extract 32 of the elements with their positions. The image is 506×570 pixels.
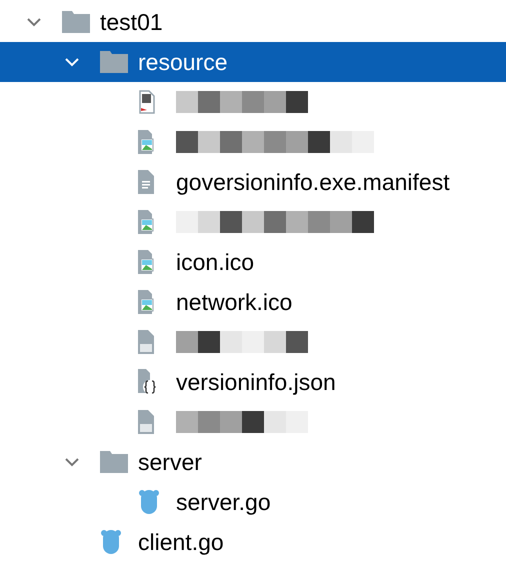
file-name: network.ico bbox=[176, 288, 292, 317]
text-file-icon bbox=[138, 170, 154, 194]
tree-row[interactable]: icon.ico bbox=[0, 242, 506, 282]
tree-row[interactable]: client.go bbox=[0, 522, 506, 562]
mascot-icon bbox=[100, 528, 122, 556]
file-name: test01 bbox=[100, 8, 163, 37]
file-icon bbox=[138, 330, 154, 354]
file-name: server bbox=[138, 448, 202, 477]
image-file-icon bbox=[138, 210, 156, 234]
file-name: versioninfo.json bbox=[176, 368, 336, 397]
tree-row[interactable]: network.ico bbox=[0, 282, 506, 322]
file-name: client.go bbox=[138, 528, 224, 557]
image-file-icon bbox=[138, 130, 156, 154]
tree-row[interactable]: test01 bbox=[0, 2, 506, 42]
file-icon bbox=[138, 410, 154, 434]
image-file-icon bbox=[138, 290, 156, 314]
file-name: goversioninfo.exe.manifest bbox=[176, 168, 450, 197]
tree-row[interactable]: server.go bbox=[0, 482, 506, 522]
file-name: icon.ico bbox=[176, 248, 254, 277]
image-file-icon bbox=[138, 250, 156, 274]
folder-icon bbox=[62, 11, 90, 33]
tree-row[interactable]: versioninfo.json bbox=[0, 362, 506, 402]
file-name: resource bbox=[138, 48, 228, 77]
folder-icon bbox=[100, 451, 128, 473]
json-file-icon bbox=[138, 369, 158, 395]
tree-row[interactable]: server bbox=[0, 442, 506, 482]
file-name: server.go bbox=[176, 488, 271, 517]
tree-row[interactable]: resource bbox=[0, 42, 506, 82]
folder-icon bbox=[100, 51, 128, 73]
mascot-icon bbox=[138, 488, 160, 516]
document-icon bbox=[138, 90, 156, 114]
tree-row[interactable]: goversioninfo.exe.manifest bbox=[0, 162, 506, 202]
